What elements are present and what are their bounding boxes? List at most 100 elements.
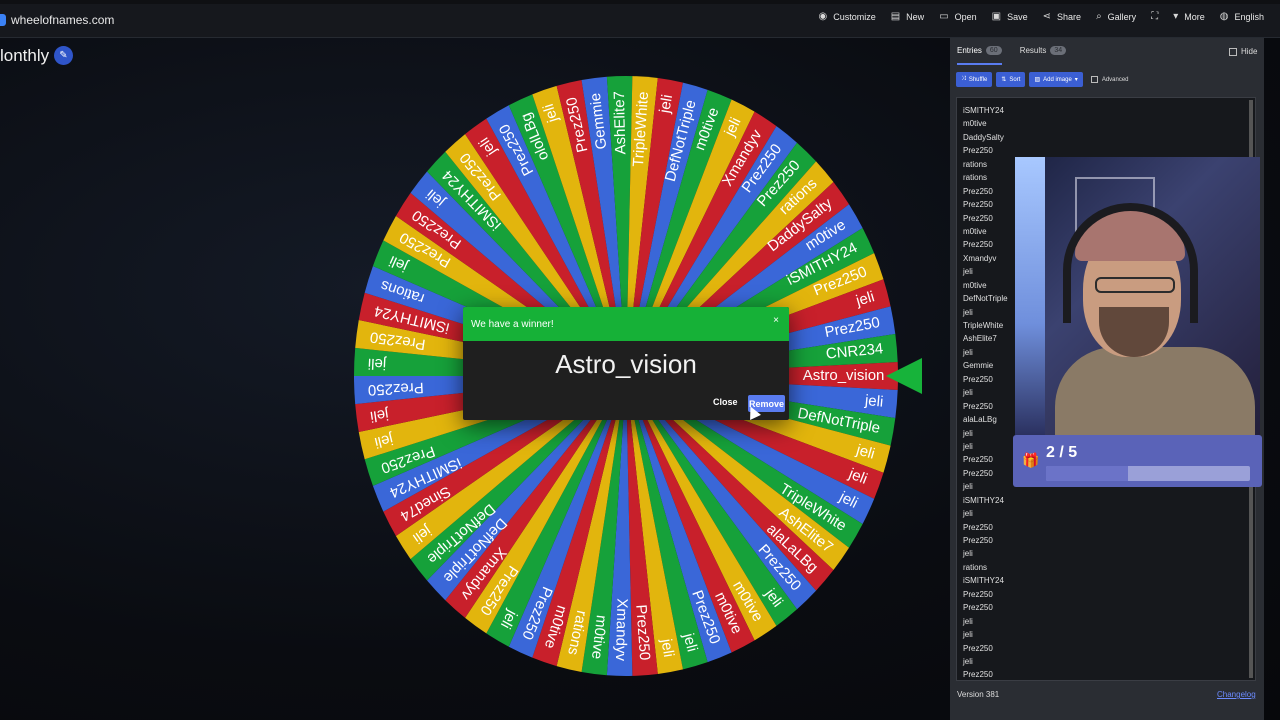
dialog-close-icon[interactable]: × <box>773 315 779 326</box>
add-image-button[interactable]: ▨ Add image ▾ <box>1029 72 1083 87</box>
sub-goal-count: 2 / 5 <box>1046 444 1078 461</box>
checkbox-icon[interactable] <box>1229 47 1237 56</box>
add-image-label: Add image <box>1043 76 1072 83</box>
entry-line: Prez250 <box>963 603 993 613</box>
entries-list: iSMITHY24 m0tive DaddySalty Prez250 rations r… <box>963 104 1008 680</box>
checkbox-icon[interactable] <box>1090 76 1098 83</box>
search-icon: ⌕ <box>1096 11 1102 22</box>
entry-line: DefNotTriple <box>963 294 1008 304</box>
active-tab-indicator <box>957 63 1002 65</box>
hide-label: Hide <box>1241 47 1258 56</box>
entry-line: jeli <box>963 482 973 492</box>
image-icon: ▨ <box>1034 77 1041 83</box>
sort-label: Sort <box>1009 76 1021 83</box>
wheel-segment-label: Astro_vision <box>803 367 885 384</box>
sort-button[interactable]: ⇅ Sort <box>996 72 1026 87</box>
dialog-title: We have a winner! <box>471 318 554 330</box>
tab-label: Results <box>1019 46 1047 55</box>
wheel-segment-label: jeli <box>863 392 884 411</box>
entry-line: jeli <box>963 267 973 277</box>
folder-icon: ▭ <box>939 11 949 22</box>
wheel-segment-label: Xmandyv <box>612 598 630 661</box>
webcam-light <box>1015 157 1045 435</box>
winner-dialog: We have a winner! × Astro_vision Close R… <box>463 307 789 420</box>
chevron-down-icon: ▾ <box>1173 11 1179 22</box>
wheel-segment-label: jeli <box>369 405 391 425</box>
entry-line: Xmandyv <box>963 253 997 263</box>
advanced-toggle[interactable]: Advanced <box>1090 76 1129 83</box>
entry-line: iSMITHY24 <box>963 106 1004 115</box>
top-nav: ◉ Customize ▤ New ▭ Open ▣ Save ⋖ Share ⌕ Gallery ⛶ ▾… <box>818 11 1264 22</box>
shuffle-icon: ⤨ <box>961 76 966 82</box>
site-name[interactable]: wheelofnames.com <box>11 13 114 27</box>
entry-line: jeli <box>963 549 973 559</box>
top-bar: wheelofnames.com ◉ Customize ▤ New ▭ Open ▣ Sav… <box>0 0 1280 38</box>
app-root: wheelofnames.com ◉ Customize ▤ New ▭ Open ▣ Sav… <box>0 0 1280 720</box>
entry-line: m0tive <box>963 226 987 236</box>
entry-line: Prez250 <box>963 589 993 599</box>
entry-line: rations <box>963 159 988 169</box>
sub-goal-progress-bar <box>1046 466 1250 481</box>
new-file-icon: ▤ <box>890 11 901 22</box>
entry-line: m0tive <box>963 280 987 290</box>
nav-new-button[interactable]: ▤ New <box>891 11 924 22</box>
entry-line: Prez250 <box>963 401 993 411</box>
entry-line: jeli <box>963 656 973 666</box>
entry-line: Prez250 <box>963 200 993 210</box>
nav-customize-button[interactable]: ◉ Customize <box>818 11 875 22</box>
webcam-overlay <box>1015 157 1260 435</box>
wheel-pointer-icon <box>886 358 922 394</box>
nav-label: Save <box>1007 11 1028 22</box>
wheel-segment-label: Prez250 <box>368 379 425 399</box>
share-icon: ⋖ <box>1042 11 1052 22</box>
entry-line: jeli <box>963 388 973 398</box>
entry-line: DaddySalty <box>963 132 1004 142</box>
nav-more-button[interactable]: ▾ More <box>1173 11 1205 22</box>
edit-title-button[interactable]: ✎ <box>54 46 73 65</box>
entry-line: Gemmie <box>963 361 994 371</box>
wheel-segment-label: AshElite7 <box>611 91 629 155</box>
nav-english-button[interactable]: ◍ English <box>1220 11 1264 22</box>
nav-save-button[interactable]: ▣ Save <box>992 11 1028 22</box>
entry-line: Prez250 <box>963 522 993 532</box>
changelog-link[interactable]: Changelog <box>1217 690 1256 699</box>
nav-label: Share <box>1057 11 1082 22</box>
entry-line: rations <box>963 562 988 572</box>
save-icon: ▣ <box>991 11 1002 22</box>
webcam-person-body <box>1055 347 1255 435</box>
entry-line: Prez250 <box>963 468 993 478</box>
panel-tabs: Entries 60 Results 34 <box>957 46 1067 55</box>
wheel-segment-label: jeli <box>657 637 677 659</box>
entry-line: Prez250 <box>963 536 993 545</box>
entry-line: Prez250 <box>963 670 993 680</box>
headset-icon <box>1063 203 1198 323</box>
nav-share-button[interactable]: ⋖ Share <box>1043 11 1081 22</box>
entry-line: Prez250 <box>963 643 993 653</box>
fullscreen-icon: ⛶ <box>1151 11 1159 22</box>
entry-line: iSMITHY24 <box>963 495 1004 505</box>
tab-results[interactable]: Results 34 <box>1019 46 1067 55</box>
nav-label: Open <box>954 11 977 22</box>
nav-label: Gallery <box>1107 11 1137 22</box>
shuffle-label: Shuffle <box>968 76 988 83</box>
hide-toggle[interactable]: Hide <box>1229 47 1257 56</box>
version-text: Version 381 <box>957 690 1000 699</box>
entry-line: Prez250 <box>963 240 993 250</box>
nav-open-button[interactable]: ▭ Open <box>939 11 976 22</box>
close-button[interactable]: Close <box>713 397 738 407</box>
entry-line: jeli <box>963 428 973 438</box>
globe-icon: ◍ <box>1219 11 1229 22</box>
site-logo-icon[interactable] <box>0 14 6 26</box>
winner-name: Astro_vision <box>555 349 697 379</box>
entry-line: Prez250 <box>963 186 993 196</box>
nav-gallery-button[interactable]: ⌕ Gallery <box>1096 11 1136 22</box>
tab-entries[interactable]: Entries 60 <box>957 46 1002 55</box>
entry-line: AshElite7 <box>963 334 997 344</box>
nav-fullscreen-button[interactable]: ⛶ <box>1151 11 1158 22</box>
shuffle-button[interactable]: ⤨ Shuffle <box>956 72 993 87</box>
palette-icon: ◉ <box>818 11 828 22</box>
entry-line: rations <box>963 173 988 183</box>
entry-line: m0tive <box>963 119 987 129</box>
entry-line: jeli <box>963 630 973 640</box>
entry-line: TripleWhite <box>963 321 1004 330</box>
